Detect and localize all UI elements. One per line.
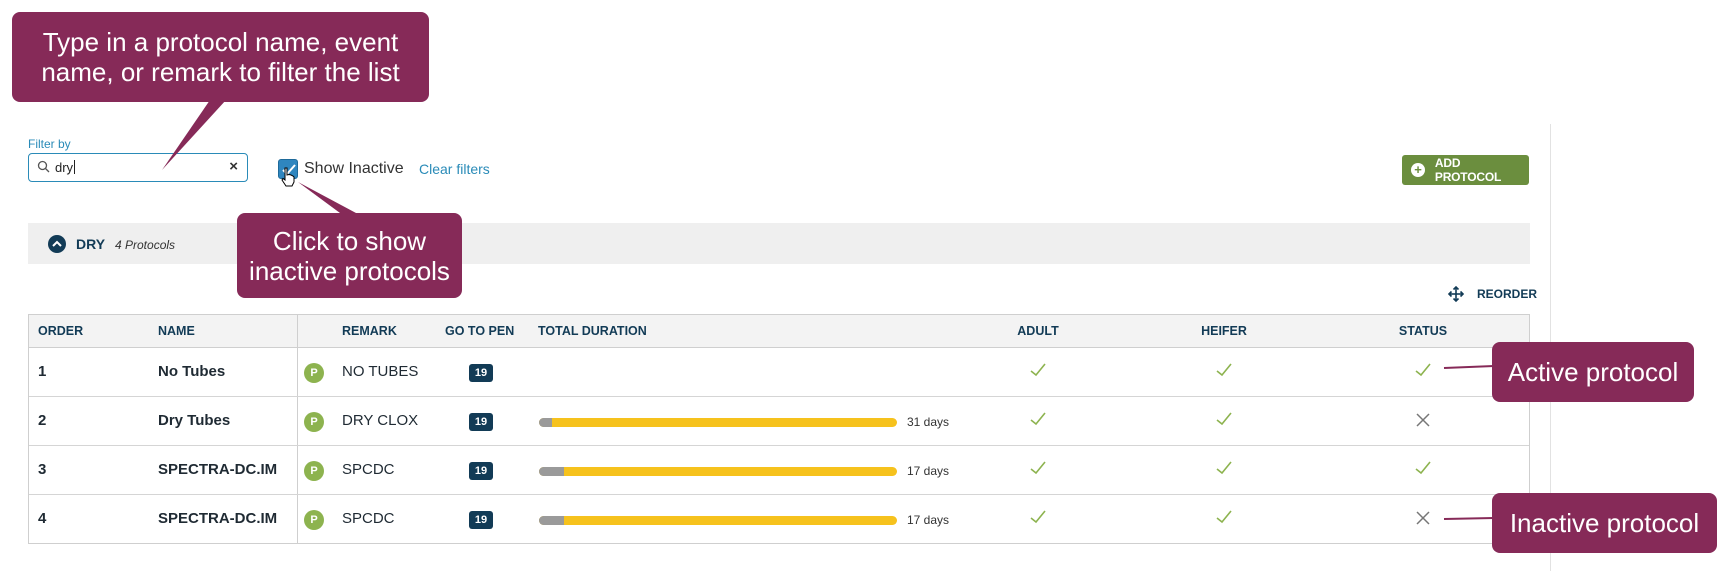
inactive-callout-pointer	[298, 182, 356, 213]
active-callout-line	[1443, 365, 1495, 369]
inactive-tip-callout: Click to show inactive protocols	[237, 213, 462, 298]
filter-tip-callout: Type in a protocol name, event name, or …	[12, 12, 429, 102]
inactive-row-callout-line	[1443, 517, 1495, 520]
inactive-protocol-callout: Inactive protocol	[1492, 493, 1717, 553]
filter-callout-pointer	[162, 100, 226, 170]
active-protocol-callout: Active protocol	[1492, 342, 1694, 402]
